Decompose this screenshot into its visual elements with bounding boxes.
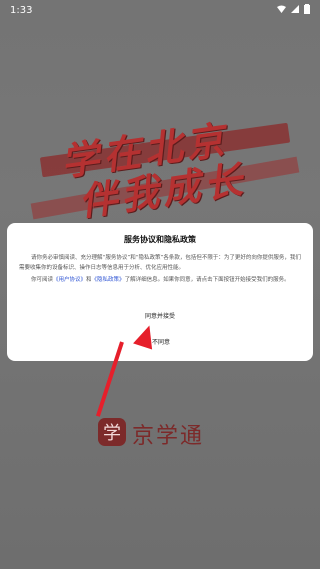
- status-time: 1:33: [10, 4, 33, 16]
- agree-button[interactable]: 同意并接受: [133, 311, 187, 321]
- user-agreement-link[interactable]: 《用户协议》: [53, 277, 86, 283]
- app-logo-icon: 学: [98, 418, 126, 446]
- privacy-dialog: 服务协议和隐私政策 请你务必审慎阅读、充分理解“服务协议”和“隐私政策”各条款，…: [7, 223, 313, 361]
- dialog-paragraph-1: 请你务必审慎阅读、充分理解“服务协议”和“隐私政策”各条款，包括但不限于：为了更…: [19, 255, 301, 271]
- paragraph-2-suffix: 了解详细信息。如果你同意，请点击下面按钮开始接受我们的服务。: [124, 277, 290, 283]
- dialog-title: 服务协议和隐私政策: [124, 235, 196, 244]
- status-bar: 1:33: [0, 0, 320, 20]
- app-name: 京学通: [132, 424, 205, 449]
- wifi-icon: [277, 5, 286, 16]
- dialog-paragraph-2: 你可阅读《用户协议》和《隐私政策》了解详细信息。如果你同意，请点击下面按钮开始接…: [19, 275, 301, 285]
- dialog-body: 请你务必审慎阅读、充分理解“服务协议”和“隐私政策”各条款，包括但不限于：为了更…: [19, 253, 301, 285]
- privacy-policy-link[interactable]: 《隐私政策》: [92, 277, 125, 283]
- battery-icon: [304, 3, 310, 17]
- paragraph-2-prefix: 你可阅读: [31, 277, 54, 283]
- status-icons: [277, 3, 310, 17]
- signal-icon: [291, 4, 299, 16]
